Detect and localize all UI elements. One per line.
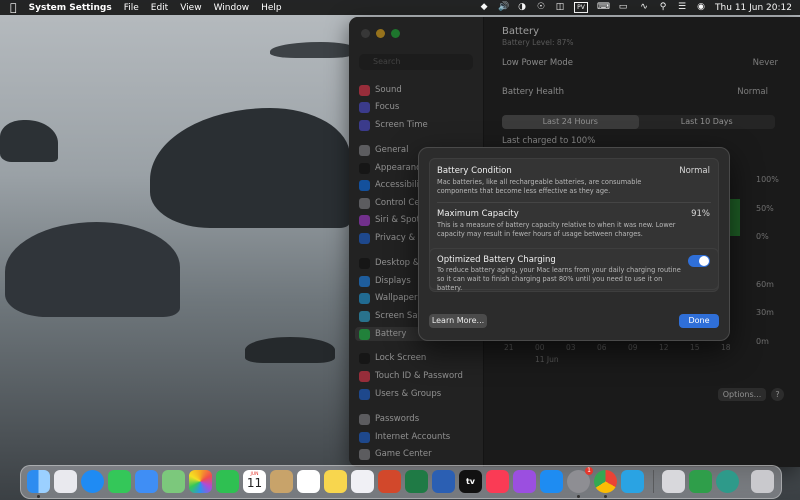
keyboard-icon[interactable]: ⌨ <box>597 3 610 12</box>
condition-value: Normal <box>679 166 710 176</box>
downloads-icon[interactable] <box>716 470 739 493</box>
launchpad-icon[interactable] <box>54 470 77 493</box>
rock <box>245 337 335 363</box>
safari-icon[interactable] <box>81 470 104 493</box>
tv-label: tv <box>465 477 476 486</box>
dock: JUN 11 tv 1 <box>20 465 782 499</box>
chrome-icon[interactable] <box>594 470 617 493</box>
powerpoint-icon[interactable] <box>378 470 401 493</box>
dock-separator <box>653 470 654 493</box>
cleanmymac-icon[interactable] <box>689 470 712 493</box>
moon-icon[interactable]: ◑ <box>517 3 527 12</box>
reminders-icon[interactable] <box>297 470 320 493</box>
trash-icon[interactable] <box>751 470 774 493</box>
volume-icon[interactable]: 🔊 <box>498 3 509 12</box>
telegram-icon[interactable] <box>621 470 644 493</box>
control-centre-icon[interactable]: ☰ <box>677 3 687 12</box>
word-icon[interactable] <box>432 470 455 493</box>
messages-icon[interactable] <box>108 470 131 493</box>
optimized-charging-toggle[interactable] <box>688 255 710 267</box>
shield-icon[interactable]: ◫ <box>555 3 565 12</box>
running-indicator <box>604 495 607 498</box>
apple-menu-icon[interactable]:  <box>10 1 17 14</box>
capacity-title: Maximum Capacity <box>437 209 519 219</box>
running-indicator <box>577 495 580 498</box>
menu-bar:  System Settings File Edit View Window … <box>0 0 800 15</box>
spotlight-icon[interactable]: ⚲ <box>658 3 668 12</box>
calendar-day: 11 <box>246 476 263 490</box>
menu-window[interactable]: Window <box>214 3 250 13</box>
system-settings-icon[interactable]: 1 <box>567 467 593 493</box>
mail-icon[interactable] <box>135 470 158 493</box>
contacts-icon[interactable] <box>270 470 293 493</box>
vpn-icon[interactable]: ☉ <box>536 3 546 12</box>
music-icon[interactable] <box>486 470 509 493</box>
notification-badge: 1 <box>585 467 593 475</box>
wifi-icon[interactable]: ∿ <box>639 3 649 12</box>
learn-more-button[interactable]: Learn More... <box>429 314 487 328</box>
facetime-icon[interactable] <box>216 470 239 493</box>
finder-icon[interactable] <box>27 470 50 493</box>
notes-icon[interactable] <box>324 470 347 493</box>
divider <box>437 202 711 203</box>
maps-icon[interactable] <box>162 470 185 493</box>
preview-icon[interactable] <box>662 470 685 493</box>
menu-file[interactable]: File <box>124 3 139 13</box>
condition-title: Battery Condition <box>437 166 512 176</box>
excel-icon[interactable] <box>405 470 428 493</box>
capacity-value: 91% <box>691 209 710 219</box>
app-menu[interactable]: System Settings <box>29 3 112 13</box>
menu-edit[interactable]: Edit <box>151 3 168 13</box>
menu-view[interactable]: View <box>180 3 201 13</box>
tidal-icon[interactable]: ◆ <box>479 3 489 12</box>
parallels-icon[interactable]: PV <box>574 2 589 13</box>
freeform-icon[interactable] <box>351 470 374 493</box>
podcasts-icon[interactable] <box>513 470 536 493</box>
done-button[interactable]: Done <box>679 314 719 328</box>
rock <box>150 108 350 228</box>
rock <box>270 42 355 58</box>
optimized-title: Optimized Battery Charging <box>437 255 556 265</box>
battery-icon[interactable]: ▭ <box>616 3 630 12</box>
battery-health-sheet: Battery Condition Normal Mac batteries, … <box>418 147 730 341</box>
rock <box>0 120 58 162</box>
toggle-knob <box>699 256 709 266</box>
app-store-icon[interactable] <box>540 470 563 493</box>
menu-help[interactable]: Help <box>261 3 282 13</box>
siri-icon[interactable]: ◉ <box>696 3 706 12</box>
apple-tv-icon[interactable]: tv <box>459 470 482 493</box>
menubar-clock[interactable]: Thu 11 Jun 20:12 <box>715 3 792 13</box>
rock <box>5 222 180 317</box>
photos-icon[interactable] <box>189 470 212 493</box>
optimized-charging-card: Optimized Battery Charging To reduce bat… <box>429 248 719 292</box>
optimized-description: To reduce battery aging, your Mac learns… <box>437 266 681 292</box>
capacity-description: This is a measure of battery capacity re… <box>437 221 676 238</box>
calendar-icon[interactable]: JUN 11 <box>243 470 266 493</box>
condition-description: Mac batteries, like all rechargeable bat… <box>437 178 642 195</box>
running-indicator <box>37 495 40 498</box>
